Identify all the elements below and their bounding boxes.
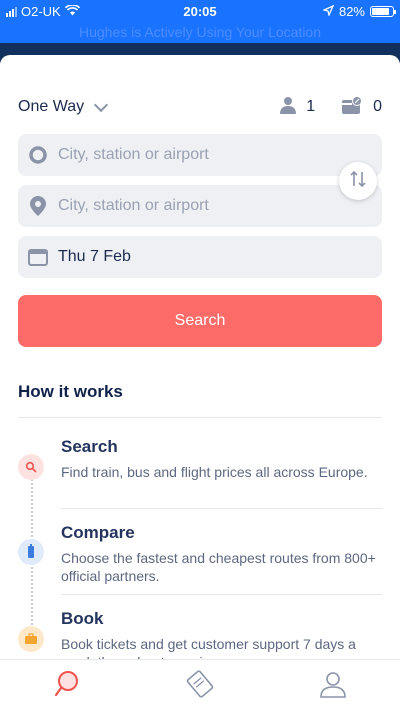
tab-search[interactable] — [37, 666, 97, 706]
location-banner[interactable]: Hughes is Actively Using Your Location — [0, 23, 400, 43]
railcard-count: 0 — [373, 98, 382, 115]
trip-type-selector[interactable]: One Way — [18, 97, 109, 116]
divider — [18, 417, 382, 418]
step-description: Choose the fastest and cheapest routes f… — [61, 550, 376, 584]
ticket-icon — [185, 669, 215, 704]
trip-type-label: One Way — [18, 98, 85, 115]
battery-percent: 82% — [338, 4, 365, 19]
passenger-count: 1 — [306, 98, 316, 115]
trip-options-row: One Way 1 0 — [18, 95, 382, 119]
book-step-icon — [18, 626, 44, 652]
person-icon — [280, 96, 297, 119]
tab-bar — [0, 659, 400, 712]
step-title: Search — [61, 437, 118, 456]
chevron-down-icon — [94, 97, 109, 112]
swap-button[interactable] — [339, 162, 377, 200]
search-tab-icon — [54, 670, 80, 703]
step-divider — [61, 594, 382, 595]
origin-circle-icon — [18, 146, 58, 164]
user-icon — [319, 670, 347, 703]
status-bar: O2-UK 20:05 82% — [0, 0, 400, 23]
tab-tickets[interactable] — [170, 666, 230, 706]
step-title: Book — [61, 609, 104, 628]
from-input[interactable] — [58, 146, 348, 164]
discount-card-icon — [341, 95, 363, 120]
step-search: Search Find train, bus and flight prices… — [61, 437, 382, 481]
step-title: Compare — [61, 523, 135, 542]
from-field[interactable] — [18, 134, 382, 176]
step-compare: Compare Choose the fastest and cheapest … — [61, 523, 382, 585]
to-input[interactable] — [58, 197, 348, 215]
search-step-icon — [18, 454, 44, 480]
compare-step-icon — [18, 539, 44, 565]
passenger-selector[interactable]: 1 — [280, 96, 315, 119]
swap-arrows-icon — [349, 170, 367, 193]
location-arrow-icon — [321, 4, 335, 19]
railcard-selector[interactable]: 0 — [341, 95, 382, 120]
search-sheet: One Way 1 0 City, station or airport Cit… — [0, 55, 400, 667]
map-pin-icon — [18, 196, 58, 216]
how-it-works-title: How it works — [18, 382, 123, 401]
step-divider — [61, 508, 382, 509]
calendar-icon — [18, 248, 58, 266]
to-field[interactable] — [18, 185, 382, 227]
date-field[interactable]: Thu 7 Feb — [18, 236, 382, 278]
step-description: Find train, bus and flight prices all ac… — [61, 464, 368, 480]
battery-icon — [370, 6, 396, 17]
tab-account[interactable] — [303, 666, 363, 706]
date-value: Thu 7 Feb — [58, 248, 131, 265]
search-button[interactable]: Search — [18, 295, 382, 347]
